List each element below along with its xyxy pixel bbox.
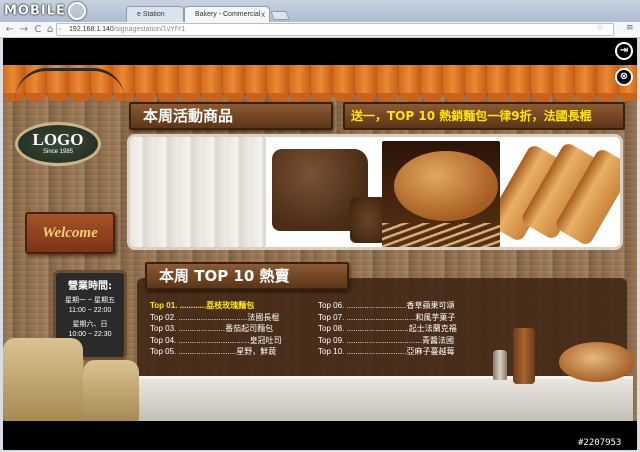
home-button[interactable]: ⌂ xyxy=(44,23,56,36)
signage-page: ⇥ ⊗ LOGO Since 1985 Welcome 營業時間: 星期一 ~ … xyxy=(3,38,637,450)
tab-signage-station[interactable]: e Station xyxy=(126,6,184,22)
watermark-logo: MOBILE xyxy=(4,2,86,20)
hours-weekday-time: 11:00 ~ 22:00 xyxy=(68,307,112,314)
top10-header: 本周 TOP 10 熱賣 xyxy=(145,262,349,290)
address-bar[interactable]: ▫ 192.168.1.140/signagestation/1vYfY1 xyxy=(56,23,614,36)
bread-pile-image xyxy=(559,342,635,382)
oil-bottle-image xyxy=(493,350,507,380)
top10-item: Top 10. ...........................亞麻子蔓越… xyxy=(318,347,455,356)
flour-sack-image xyxy=(83,360,139,422)
url-path: /signagestation/1vYfY1 xyxy=(113,26,186,33)
top10-item: Top 05. ..........................星野，鮮蔬 xyxy=(150,347,277,356)
exit-icon[interactable]: ⇥ xyxy=(615,42,633,60)
hours-weekday-label: 星期一 ~ 星期五 xyxy=(65,297,115,304)
browser-toolbar: ← → C ⌂ ▫ 192.168.1.140/signagestation/1… xyxy=(0,22,640,38)
top10-item: Top 03. .....................番茄起司麵包 xyxy=(150,324,274,333)
logo-title: LOGO xyxy=(32,130,84,149)
new-tab-button[interactable] xyxy=(270,11,290,20)
top10-item: Top 09. ................................… xyxy=(318,335,455,345)
top10-list-left: Top 01. ............荔枝玫瑰麵包 Top 02. .....… xyxy=(150,300,300,358)
welcome-sign: Welcome xyxy=(25,212,115,254)
back-button[interactable]: ← xyxy=(4,23,16,36)
marble-counter xyxy=(133,376,633,422)
wood-panel-image xyxy=(130,137,266,247)
hours-weekend-label: 星期六、日 xyxy=(72,321,108,328)
coffee-grinder-image xyxy=(513,328,535,384)
product-image-strip xyxy=(127,134,623,250)
top10-item: Top 02. ...............................法… xyxy=(150,312,280,322)
logo-since: Since 1985 xyxy=(42,149,74,155)
menu-icon[interactable]: ≡ xyxy=(626,23,634,33)
bottom-black-bar xyxy=(3,421,637,450)
reload-button[interactable]: C xyxy=(32,23,44,36)
url-host: 192.168.1.140 xyxy=(69,26,114,33)
settings-icon[interactable]: ⊗ xyxy=(615,68,633,86)
page-icon: ▫ xyxy=(59,26,62,33)
sliced-bread-photo xyxy=(500,141,620,247)
tab-bakery-commercial[interactable]: Bakery - Commercial x xyxy=(184,6,270,22)
top10-item: Top 04. ................................… xyxy=(150,335,282,345)
tab-strip: MOBILE e Station Bakery - Commercial x xyxy=(0,0,640,22)
top10-list-right: Top 06. ...........................香草蘋果可… xyxy=(318,300,470,358)
flour-sack-image xyxy=(3,338,83,422)
browser-window: MOBILE e Station Bakery - Commercial x ← … xyxy=(0,0,640,452)
weekly-items-header: 本周活動商品 xyxy=(129,102,333,130)
rye-bread-photo xyxy=(266,141,382,247)
top10-item: Top 01. ............荔枝玫瑰麵包 xyxy=(150,301,255,310)
top10-item: Top 06. ...........................香草蘋果可… xyxy=(318,301,455,310)
photo-id-badge: #2207953 xyxy=(578,438,622,448)
top10-item: Top 07. ...............................和… xyxy=(318,312,456,322)
hours-title: 營業時間: xyxy=(68,281,112,292)
top10-item: Top 08. ............................起士法蘭… xyxy=(318,324,457,333)
watermark-ring-icon xyxy=(67,2,86,20)
sign-bracket xyxy=(15,68,125,100)
round-bread-photo xyxy=(382,141,500,247)
close-tab-icon[interactable]: x xyxy=(261,7,265,22)
forward-button[interactable]: → xyxy=(18,23,30,36)
logo-sign: LOGO Since 1985 xyxy=(15,122,101,166)
bookmark-star-icon[interactable]: ☆ xyxy=(596,23,604,33)
promo-ticker: 送一，TOP 10 熱銷麵包一律9折，法國長棍 xyxy=(343,102,625,130)
